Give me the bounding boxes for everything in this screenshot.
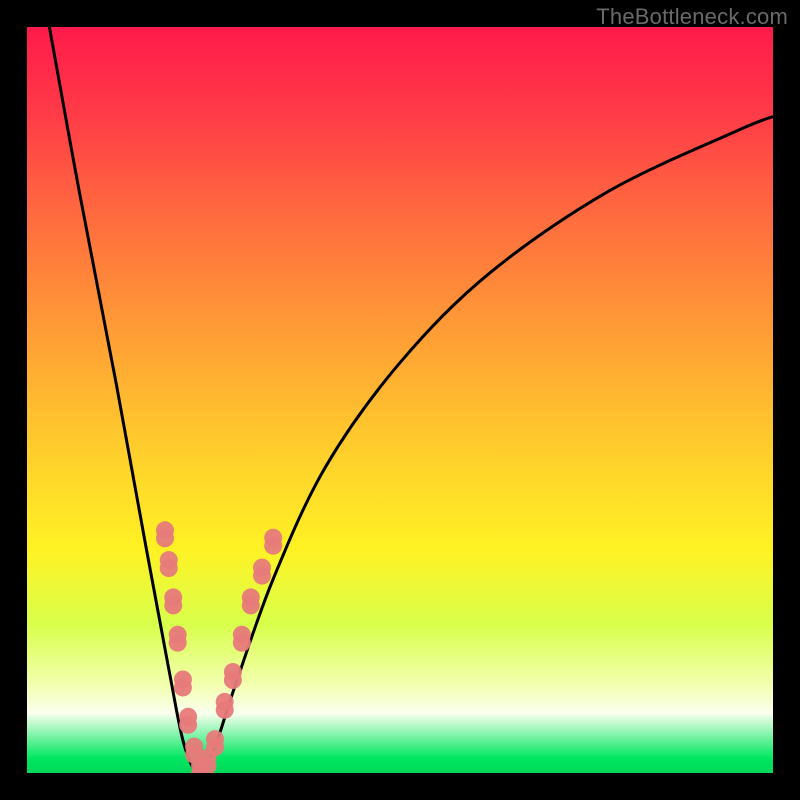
watermark-text: TheBottleneck.com [596, 4, 788, 30]
plot-area [27, 27, 773, 773]
marker-point [242, 588, 260, 614]
marker-point [206, 730, 224, 756]
marker-point [164, 588, 182, 614]
marker-point [253, 559, 271, 585]
marker-point [224, 663, 242, 689]
chart-frame: TheBottleneck.com [0, 0, 800, 800]
marker-point [179, 708, 197, 734]
bottleneck-curve [49, 27, 773, 773]
marker-point [174, 670, 192, 696]
marker-point [169, 626, 187, 652]
marker-point [233, 626, 251, 652]
marker-point [160, 551, 178, 577]
chart-overlay [27, 27, 773, 773]
marker-point [264, 529, 282, 555]
marker-point [156, 521, 174, 547]
marker-group [156, 521, 282, 773]
marker-point [216, 693, 234, 719]
